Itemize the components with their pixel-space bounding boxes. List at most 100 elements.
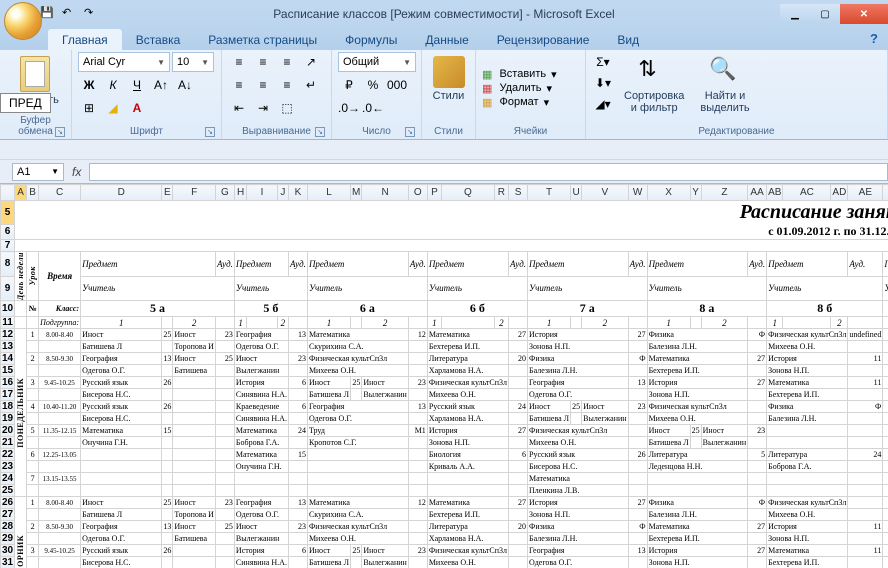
- underline-button[interactable]: Ч: [126, 75, 148, 95]
- align-center-icon[interactable]: ≡: [252, 75, 274, 95]
- col-header[interactable]: H: [234, 185, 246, 201]
- align-middle-icon[interactable]: ≡: [252, 52, 274, 72]
- styles-button[interactable]: Стили: [427, 52, 471, 106]
- col-header[interactable]: X: [647, 185, 690, 201]
- italic-button[interactable]: К: [102, 75, 124, 95]
- col-header[interactable]: Z: [701, 185, 747, 201]
- number-format-combo[interactable]: Общий▼: [338, 52, 416, 72]
- maximize-button[interactable]: ▢: [810, 4, 840, 24]
- launcher-icon[interactable]: ↘: [405, 127, 415, 137]
- col-header[interactable]: Y: [690, 185, 701, 201]
- col-header[interactable]: O: [408, 185, 427, 201]
- close-button[interactable]: ✕: [840, 4, 888, 24]
- comma-icon[interactable]: 000: [386, 75, 408, 95]
- tab-layout[interactable]: Разметка страницы: [194, 29, 331, 50]
- save-icon[interactable]: 💾: [40, 6, 56, 22]
- find-icon: 🔍: [709, 56, 741, 88]
- align-bottom-icon[interactable]: ≡: [276, 52, 298, 72]
- font-size-combo[interactable]: 10▼: [172, 52, 214, 72]
- sort-icon: ⇅: [638, 56, 670, 88]
- delete-cells-button[interactable]: ▦ Удалить ▾: [482, 82, 552, 95]
- help-icon[interactable]: ?: [870, 31, 878, 46]
- col-header[interactable]: AC: [783, 185, 831, 201]
- sort-filter-button[interactable]: ⇅ Сортировка и фильтр: [618, 52, 690, 118]
- tab-data[interactable]: Данные: [411, 29, 482, 50]
- tab-view[interactable]: Вид: [603, 29, 653, 50]
- increase-indent-icon[interactable]: ⇥: [252, 98, 274, 118]
- col-header[interactable]: AF: [883, 185, 888, 201]
- window-title: Расписание классов [Режим совместимости]…: [273, 7, 614, 21]
- col-header[interactable]: D: [81, 185, 162, 201]
- group-editing: Редактирование: [592, 124, 881, 139]
- font-name-combo[interactable]: Arial Cyr▼: [78, 52, 170, 72]
- col-header[interactable]: C: [39, 185, 81, 201]
- merge-icon[interactable]: ⬚: [276, 98, 298, 118]
- col-header[interactable]: A: [15, 185, 27, 201]
- col-header[interactable]: S: [509, 185, 528, 201]
- fx-icon[interactable]: fx: [72, 165, 81, 179]
- fill-color-button[interactable]: ◢: [102, 98, 124, 118]
- launcher-icon[interactable]: ↘: [315, 127, 325, 137]
- name-box[interactable]: A1▼: [12, 163, 64, 181]
- wrap-text-icon[interactable]: ↵: [300, 75, 322, 95]
- col-header[interactable]: K: [288, 185, 307, 201]
- align-left-icon[interactable]: ≡: [228, 75, 250, 95]
- align-top-icon[interactable]: ≡: [228, 52, 250, 72]
- col-header[interactable]: T: [528, 185, 571, 201]
- align-right-icon[interactable]: ≡: [276, 75, 298, 95]
- col-header[interactable]: N: [362, 185, 408, 201]
- col-header[interactable]: R: [494, 185, 508, 201]
- launcher-icon[interactable]: ↘: [205, 127, 215, 137]
- group-cells: Ячейки: [482, 124, 579, 139]
- col-header[interactable]: AA: [748, 185, 767, 201]
- font-color-button[interactable]: A: [126, 98, 148, 118]
- orientation-icon[interactable]: ↗: [300, 52, 322, 72]
- shrink-font-icon[interactable]: A↓: [174, 75, 196, 95]
- fill-icon[interactable]: ⬇▾: [592, 73, 614, 93]
- find-select-button[interactable]: 🔍 Найти и выделить: [694, 52, 755, 118]
- borders-button[interactable]: ⊞: [78, 98, 100, 118]
- formula-input[interactable]: [89, 163, 888, 181]
- clear-icon[interactable]: ◢▾: [592, 94, 614, 114]
- col-header[interactable]: P: [427, 185, 441, 201]
- insert-icon: ▦: [482, 68, 492, 81]
- col-header[interactable]: B: [27, 185, 39, 201]
- col-header[interactable]: U: [571, 185, 582, 201]
- col-header[interactable]: J: [277, 185, 288, 201]
- worksheet-grid[interactable]: ABCDEFGHIJKLMNOPQRSTUVWXYZAAABACADAEAFAG…: [0, 184, 888, 568]
- col-header[interactable]: V: [582, 185, 628, 201]
- select-all[interactable]: [1, 185, 15, 201]
- col-header[interactable]: Q: [442, 185, 495, 201]
- increase-decimal-icon[interactable]: .0→: [338, 98, 360, 118]
- col-header[interactable]: G: [215, 185, 234, 201]
- col-header[interactable]: F: [173, 185, 216, 201]
- styles-icon: [433, 56, 465, 88]
- insert-cells-button[interactable]: ▦ Вставить ▾: [482, 68, 557, 81]
- col-header[interactable]: AE: [848, 185, 883, 201]
- col-header[interactable]: AD: [831, 185, 848, 201]
- tab-formulas[interactable]: Формулы: [331, 29, 411, 50]
- col-header[interactable]: W: [628, 185, 647, 201]
- launcher-icon[interactable]: ↘: [55, 127, 65, 137]
- undo-icon[interactable]: ↶: [62, 6, 78, 22]
- col-header[interactable]: E: [162, 185, 173, 201]
- tab-home[interactable]: Главная: [48, 29, 122, 50]
- col-header[interactable]: I: [247, 185, 277, 201]
- format-cells-button[interactable]: ▦ Формат ▾: [482, 96, 549, 109]
- tab-review[interactable]: Рецензирование: [483, 29, 604, 50]
- group-font: Шрифт↘: [78, 124, 215, 139]
- grow-font-icon[interactable]: A↑: [150, 75, 172, 95]
- minimize-button[interactable]: ▁: [780, 4, 810, 24]
- tab-insert[interactable]: Вставка: [122, 29, 195, 50]
- bold-button[interactable]: Ж: [78, 75, 100, 95]
- col-header[interactable]: AB: [767, 185, 783, 201]
- percent-icon[interactable]: %: [362, 75, 384, 95]
- redo-icon[interactable]: ↷: [84, 6, 100, 22]
- autosum-icon[interactable]: Σ▾: [592, 52, 614, 72]
- decrease-decimal-icon[interactable]: .0←: [362, 98, 384, 118]
- col-header[interactable]: M: [351, 185, 362, 201]
- office-button[interactable]: [4, 2, 42, 40]
- decrease-indent-icon[interactable]: ⇤: [228, 98, 250, 118]
- currency-icon[interactable]: ₽: [338, 75, 360, 95]
- col-header[interactable]: L: [307, 185, 350, 201]
